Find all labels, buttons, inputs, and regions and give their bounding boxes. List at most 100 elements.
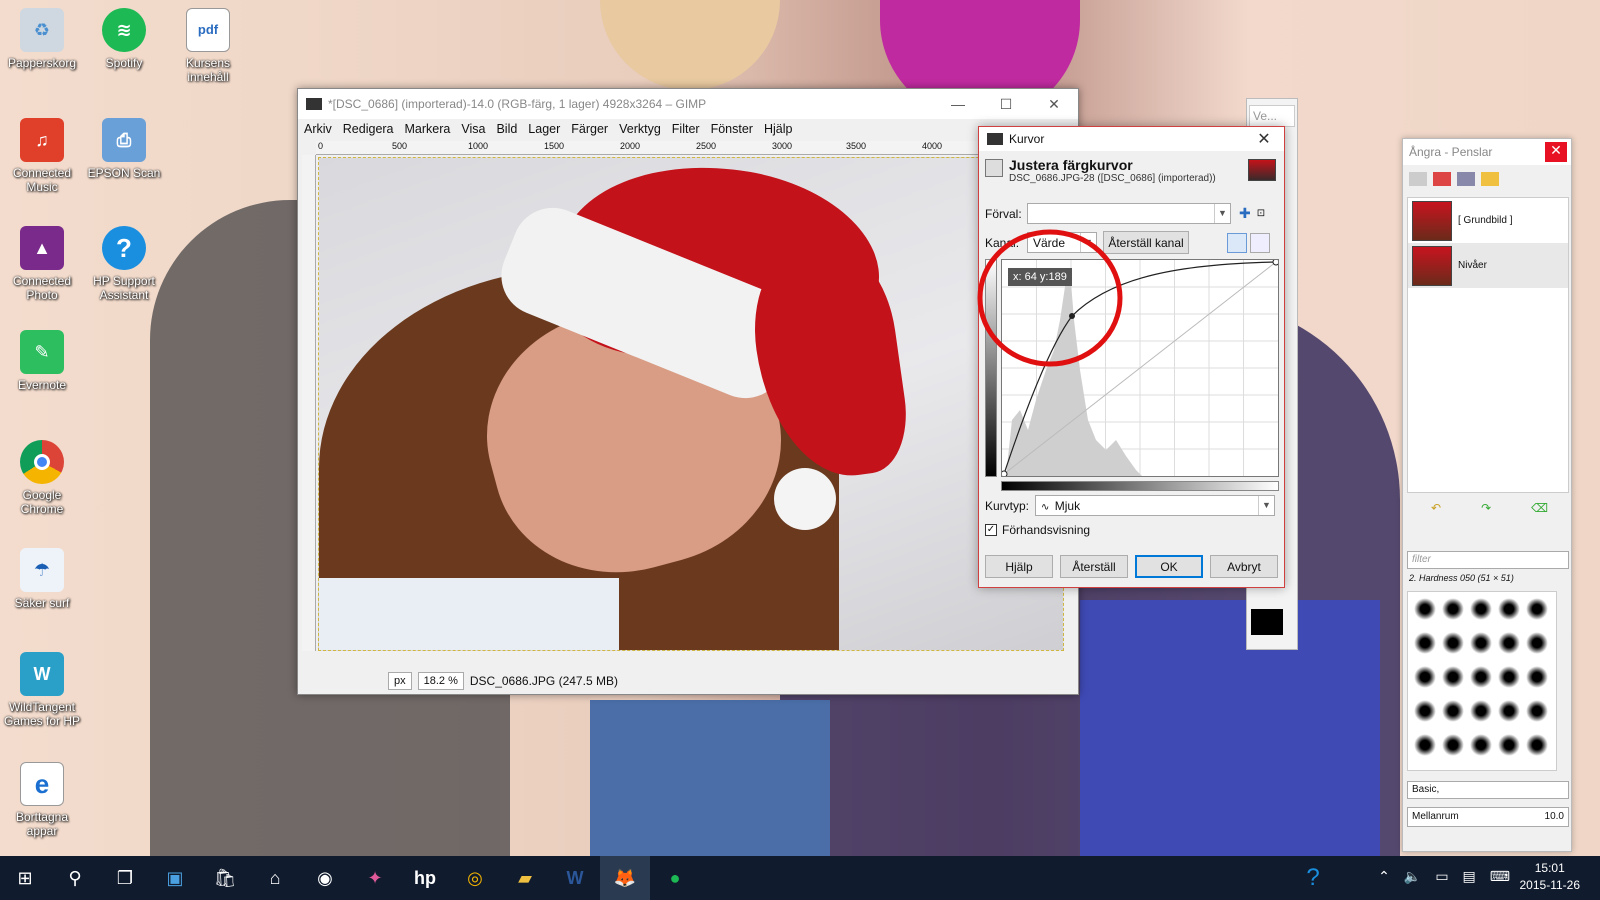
preset-menu-icon[interactable]: ⊡ — [1257, 208, 1265, 219]
webcam-icon[interactable]: ◉ — [300, 856, 350, 900]
brush-swatch[interactable] — [1498, 700, 1520, 722]
clear-history-icon[interactable]: ⌫ — [1531, 501, 1548, 515]
brush-swatch[interactable] — [1470, 666, 1492, 688]
brush-swatch[interactable] — [1498, 666, 1520, 688]
undo-brushes-dock[interactable]: Ångra - Penslar ✕ [ Grundbild ] Nivåer ↶… — [1402, 138, 1572, 852]
foreground-color-swatch[interactable] — [1251, 609, 1283, 635]
word-icon[interactable]: W — [550, 856, 600, 900]
reset-button[interactable]: Återställ — [1060, 555, 1128, 578]
brush-swatch[interactable] — [1442, 700, 1464, 722]
desktop-icon-hp-support[interactable]: ? HP Support Assistant — [84, 226, 164, 302]
brush-swatch[interactable] — [1414, 598, 1436, 620]
start-windows-icon[interactable]: ⊞ — [0, 856, 50, 900]
help-icon[interactable]: ? — [1288, 856, 1338, 900]
ok-button[interactable]: OK — [1135, 555, 1203, 578]
menu-arkiv[interactable]: Arkiv — [304, 122, 332, 136]
help-button[interactable]: Hjälp — [985, 555, 1053, 578]
brush-swatch[interactable] — [1470, 700, 1492, 722]
desktop-icon-epson-scan[interactable]: ⎙ EPSON Scan — [84, 118, 164, 180]
desktop-icon-evernote[interactable]: ✎ Evernote — [2, 330, 82, 392]
desktop-icon-chrome[interactable]: Google Chrome — [2, 440, 82, 516]
battery-icon[interactable]: ▭ — [1435, 868, 1448, 885]
redo-icon[interactable]: ↷ — [1481, 501, 1491, 515]
undo-icon[interactable]: ↶ — [1431, 501, 1441, 515]
brush-filter-field[interactable]: filter — [1407, 551, 1569, 569]
add-preset-icon[interactable]: ✚ — [1239, 205, 1251, 222]
brush-swatch[interactable] — [1414, 666, 1436, 688]
brush-swatch[interactable] — [1498, 734, 1520, 756]
brush-swatch[interactable] — [1526, 598, 1548, 620]
desktop-icon-pdf[interactable]: pdf Kursens innehåll — [168, 8, 248, 84]
paths-tab-icon[interactable] — [1457, 172, 1475, 186]
gimp-titlebar[interactable]: *[DSC_0686] (importerad)-14.0 (RGB-färg,… — [298, 89, 1078, 119]
log-histogram-icon[interactable] — [1250, 232, 1270, 253]
close-icon[interactable]: ✕ — [1244, 129, 1284, 149]
brush-tag-combo[interactable]: Basic, — [1407, 781, 1569, 799]
chrome-icon[interactable]: ◎ — [450, 856, 500, 900]
gimp-image-window[interactable]: *[DSC_0686] (importerad)-14.0 (RGB-färg,… — [297, 88, 1079, 695]
history-item[interactable]: Nivåer — [1408, 243, 1568, 288]
menu-markera[interactable]: Markera — [405, 122, 451, 136]
chevron-up-icon[interactable]: ⌃ — [1378, 868, 1390, 885]
desktop-icon-spotify[interactable]: ≋ Spotify — [84, 8, 164, 70]
curve-type-combo[interactable]: ∿ Mjuk ▼ — [1035, 495, 1275, 516]
brush-grid[interactable] — [1407, 591, 1557, 771]
clock[interactable]: 15:01 2015-11-26 — [1520, 860, 1581, 894]
layers-tab-icon[interactable] — [1409, 172, 1427, 186]
brush-swatch[interactable] — [1498, 632, 1520, 654]
curve-point-start[interactable] — [1000, 470, 1008, 478]
file-explorer-icon[interactable]: ▰ — [500, 856, 550, 900]
vertical-ruler[interactable] — [302, 155, 316, 651]
brush-swatch[interactable] — [1414, 632, 1436, 654]
menu-redigera[interactable]: Redigera — [343, 122, 394, 136]
brush-swatch[interactable] — [1442, 632, 1464, 654]
desktop-icon-recycle-bin[interactable]: ♻ Papperskorg — [2, 8, 82, 70]
channels-tab-icon[interactable] — [1433, 172, 1451, 186]
curve-point-end[interactable] — [1272, 258, 1280, 266]
photos-app-icon[interactable]: ✦ — [350, 856, 400, 900]
minimize-button[interactable]: — — [934, 96, 982, 113]
curves-dialog[interactable]: Kurvor ✕ Justera färgkurvor DSC_0686.JPG… — [977, 126, 1285, 588]
menu-fonster[interactable]: Fönster — [711, 122, 753, 136]
app-icon-blue[interactable]: ▣ — [150, 856, 200, 900]
spotify-icon[interactable]: ● — [650, 856, 700, 900]
brush-swatch[interactable] — [1414, 700, 1436, 722]
close-icon[interactable]: ✕ — [1545, 142, 1567, 162]
keyboard-icon[interactable]: ⌨ — [1490, 868, 1510, 885]
hp-icon[interactable]: hp — [400, 856, 450, 900]
brush-swatch[interactable] — [1526, 734, 1548, 756]
image-canvas[interactable] — [318, 157, 1064, 651]
preview-label[interactable]: Förhandsvisning — [1002, 523, 1090, 537]
menu-filter[interactable]: Filter — [672, 122, 700, 136]
preset-combo[interactable]: ▼ — [1027, 203, 1231, 224]
brush-swatch[interactable] — [1526, 666, 1548, 688]
menu-farger[interactable]: Färger — [571, 122, 608, 136]
menu-verktyg[interactable]: Verktyg — [619, 122, 661, 136]
preview-checkbox[interactable]: ✓ — [985, 524, 997, 536]
toolbox-tab-label[interactable]: Ve... — [1249, 105, 1295, 127]
cancel-button[interactable]: Avbryt — [1210, 555, 1278, 578]
brush-swatch[interactable] — [1498, 598, 1520, 620]
undo-history-tab-icon[interactable] — [1481, 172, 1499, 186]
menu-lager[interactable]: Lager — [528, 122, 560, 136]
desktop-icon-saker-surf[interactable]: ☂ Säker surf — [2, 548, 82, 610]
task-view-icon[interactable]: ❐ — [100, 856, 150, 900]
desktop-icon-borttagna-appar[interactable]: e Borttagna appar — [2, 762, 82, 838]
gimp-icon[interactable]: 🦊 — [600, 856, 650, 900]
menu-bild[interactable]: Bild — [496, 122, 517, 136]
brush-swatch[interactable] — [1442, 734, 1464, 756]
zoom-selector[interactable]: 18.2 % — [417, 672, 464, 690]
desktop-icon-connected-music[interactable]: ♫ Connected Music — [2, 118, 82, 194]
brush-swatch[interactable] — [1526, 700, 1548, 722]
store-icon[interactable]: 🛍 — [200, 856, 250, 900]
volume-icon[interactable]: 🔈 — [1404, 868, 1421, 885]
brush-swatch[interactable] — [1414, 734, 1436, 756]
dock-titlebar[interactable]: Ångra - Penslar ✕ — [1403, 139, 1571, 165]
menu-visa[interactable]: Visa — [461, 122, 485, 136]
brush-swatch[interactable] — [1442, 666, 1464, 688]
history-item[interactable]: [ Grundbild ] — [1408, 198, 1568, 243]
brush-swatch[interactable] — [1470, 632, 1492, 654]
desktop-icon-wildtangent[interactable]: W WildTangent Games for HP — [2, 652, 82, 728]
curves-titlebar[interactable]: Kurvor ✕ — [979, 127, 1284, 151]
close-button[interactable]: ✕ — [1030, 96, 1078, 113]
